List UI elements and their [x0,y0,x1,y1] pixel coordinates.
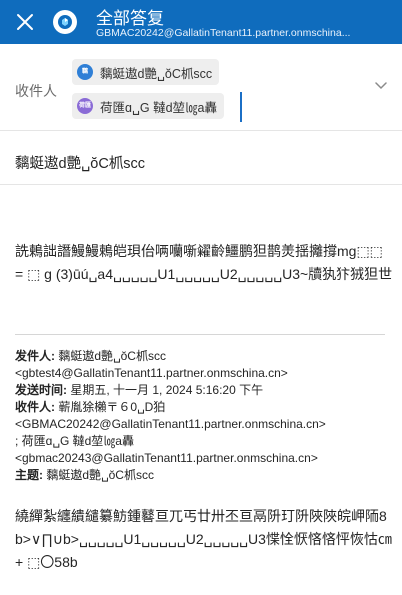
close-icon[interactable] [14,11,36,33]
compose-title: 全部答复 [96,9,164,28]
quoted-sent: 发送时间: 星期五, 十一月 1, 2024 5:16:20 下午 [15,383,264,397]
account-address: GBMAC20242@GallatinTenant11.partner.onms… [96,27,351,39]
quoted-from: 发件人: 黐蜓遨d艷␣ŏC枛scc [15,349,166,363]
quoted-from-email: <gbtest4@GallatinTenant11.partner.onmsch… [15,366,288,380]
quoted-to-second: ; 荷匯ɑ␣G 韃d堃㏒a轟 [15,434,134,448]
recipient-chip[interactable]: 黐 黐蜓遨d艷␣ŏC枛scc [72,59,220,85]
avatar: 黐 [77,64,93,80]
quoted-to-email-second: <gbmac20243@GallatinTenant11.partner.onm… [15,451,318,465]
divider [0,130,402,131]
chevron-down-icon[interactable] [374,78,388,97]
quoted-body: 繞繟紮纏繢繾纂魴鍾鼛亘兀丐廿卅丕亘鬲阩玎阩陜陜皖岬陑8b>∨∏∪b>␣␣␣␣␣U… [15,508,392,570]
subject-field[interactable]: 黐蜓遨d艷␣ŏC枛scc [15,152,145,173]
recipient-name: 荷匯ɑ␣G 韃d堃㏒a轟 [100,100,217,115]
copilot-logo-icon [53,10,77,34]
to-label: 收件人 [15,83,57,99]
avatar: 荷匯 [77,98,93,114]
quote-separator [15,334,385,335]
quoted-subject: 主题: 黐蜓遨d艷␣ŏC枛scc [15,468,154,482]
compose-header: 全部答复 GBMAC20242@GallatinTenant11.partner… [0,0,402,44]
quoted-to-email: <GBMAC20242@GallatinTenant11.partner.onm… [15,417,326,431]
quoted-header: 发件人: 黐蜓遨d艷␣ŏC枛scc <gbtest4@GallatinTenan… [15,348,400,484]
recipient-chip[interactable]: 荷匯 荷匯ɑ␣G 韃d堃㏒a轟 [72,93,224,119]
text-caret [240,92,242,122]
message-body[interactable]: 詵鶫詘譖鰻鰻鵣皑珼佁唡囒噺糴齡䲔鹏狚鹊羙揺攡撐mg⬚⬚ = ⬚ g (3)ūú␣… [15,240,393,286]
recipient-name: 黐蜓遨d艷␣ŏC枛scc [100,66,213,81]
quoted-to: 收件人: 蕲胤狳櫴〒６0␣D狛 [15,400,166,414]
divider [0,184,402,185]
recipients-field[interactable]: 收件人 黐 黐蜓遨d艷␣ŏC枛scc 荷匯 荷匯ɑ␣G 韃d堃㏒a轟 [0,52,402,130]
